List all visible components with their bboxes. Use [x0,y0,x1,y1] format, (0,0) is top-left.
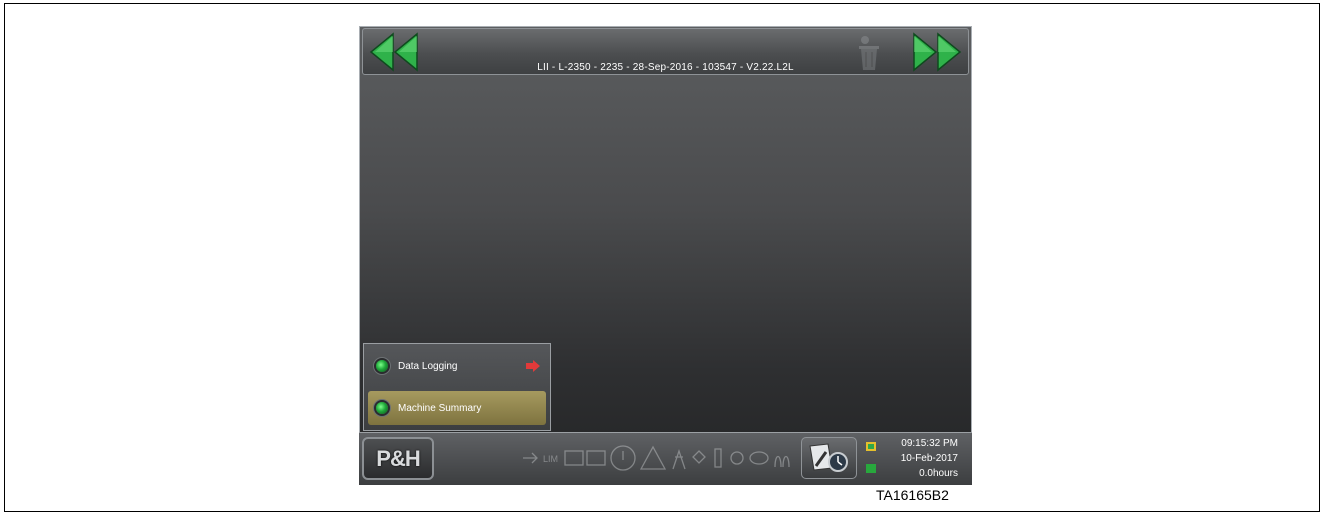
status-icons-strip: LIM [523,445,790,471]
figure-label: TA16165B2 [876,487,949,503]
menu-item-label: Data Logging [398,360,458,372]
status-led-icon [376,360,388,372]
gear-icon [692,450,706,464]
svg-text:LIM: LIM [543,454,558,464]
time-display: 09:15:32 PM [901,438,958,449]
dot-icon [730,451,744,465]
logo-text: P&H [376,445,420,471]
temperature-icon [714,448,722,468]
menu-item-machine-summary[interactable]: Machine Summary [368,391,546,425]
arrow-right-icon [523,452,538,464]
warning-triangle-icon [639,445,667,470]
tower-icon [672,448,686,470]
warning-indicator-icon [866,442,876,451]
date-display: 10-Feb-2017 [900,453,958,464]
green-indicator-icon [866,464,876,473]
trash-icon[interactable] [855,34,883,72]
double-right-arrow-icon [913,32,962,72]
forward-button[interactable] [912,32,962,72]
top-bar: LII - L-2350 - 2235 - 28-Sep-2016 - 1035… [362,28,969,75]
ph-logo-button[interactable]: P&H [362,437,434,480]
hours-display: 0.0hours [919,468,958,479]
red-right-arrow-icon [526,360,540,372]
popup-menu-panel: Data Logging Machine Summary [363,343,551,431]
lock-icon [564,450,584,466]
settings-tool-button[interactable] [801,437,857,479]
menu-item-label: Machine Summary [398,402,482,414]
heat-icon [774,455,790,468]
hmi-screen: LII - L-2350 - 2235 - 28-Sep-2016 - 1035… [359,26,972,485]
bottom-bar: P&H LIM 09:15:32 PM 10-Feb-2017 0.0hours [359,432,972,485]
clock-panel: 09:15:32 PM 10-Feb-2017 0.0hours [901,436,958,481]
oval-icon [749,451,769,465]
wrench-clock-icon [809,443,848,472]
status-led-icon [376,402,388,414]
stop-icon [586,450,606,466]
menu-item-data-logging[interactable]: Data Logging [368,349,546,383]
